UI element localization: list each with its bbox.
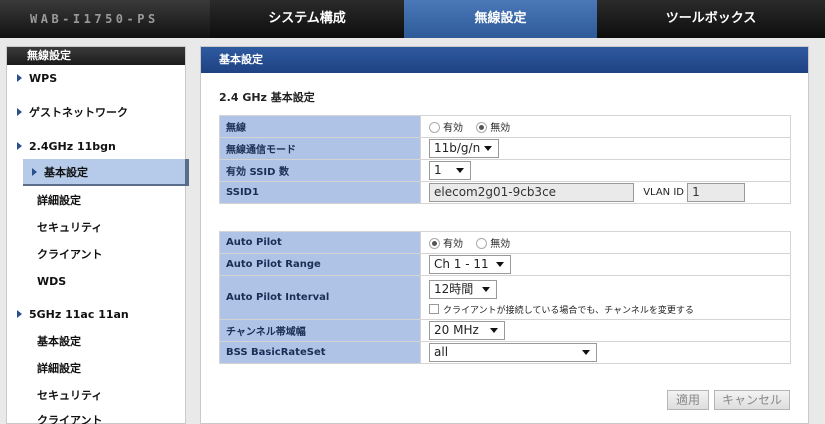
chevron-down-icon	[582, 350, 590, 355]
triangle-right-icon	[17, 108, 22, 116]
channel-width-select[interactable]: 20 MHz	[429, 321, 505, 340]
triangle-right-icon	[17, 142, 22, 150]
apply-button[interactable]: 適用	[667, 390, 709, 410]
sidebar-item-wps[interactable]: WPS	[7, 65, 187, 92]
wireless-value: 有効 無効	[420, 115, 791, 138]
auto-pilot-enable-radio[interactable]	[429, 238, 440, 249]
sidebar-item-24-advanced[interactable]: 詳細設定	[7, 187, 187, 214]
chevron-down-icon	[496, 262, 504, 267]
ssid1-label: SSID1	[219, 181, 421, 204]
row-ssid1: SSID1 elecom2g01-9cb3ce VLAN ID 1	[219, 181, 791, 204]
auto-pilot-table: Auto Pilot 有効 無効 Auto Pilot Range Ch 1 -…	[219, 231, 791, 364]
basic-settings-table: 無線 有効 無効 無線通信モード 11b/g/n 有効 SSID 数 1 SSI	[219, 115, 791, 204]
sidebar-item-24-wds[interactable]: WDS	[7, 268, 187, 295]
auto-pilot-disable-radio[interactable]	[476, 238, 488, 249]
sidebar-item-24ghz[interactable]: 2.4GHz 11bgn	[7, 133, 187, 160]
channel-width-label: チャンネル帯域幅	[219, 319, 421, 342]
cancel-button[interactable]: キャンセル	[714, 390, 790, 410]
sidebar-item-5-security[interactable]: セキュリティ	[7, 382, 187, 409]
auto-pilot-label: Auto Pilot	[219, 231, 421, 254]
row-mode: 無線通信モード 11b/g/n	[219, 137, 791, 160]
chevron-down-icon	[456, 168, 464, 173]
change-channel-label: クライアントが接続している場合でも、チャンネルを変更する	[443, 305, 694, 316]
brand-logo: WAB-I1750-PS	[0, 0, 210, 38]
bss-rate-select[interactable]: all	[429, 343, 597, 362]
change-channel-checkbox[interactable]	[429, 303, 439, 314]
bss-rate-label: BSS BasicRateSet	[219, 341, 421, 364]
tab-wireless-settings[interactable]: 無線設定	[404, 0, 597, 38]
section-title: 2.4 GHz 基本設定	[219, 91, 315, 104]
page: WAB-I1750-PS システム構成 無線設定 ツールボックス 無線設定 WP…	[0, 0, 825, 424]
tab-system-config[interactable]: システム構成	[210, 0, 404, 38]
sidebar-item-24-client[interactable]: クライアント	[7, 241, 187, 268]
vlan-id-input[interactable]: 1	[687, 183, 746, 202]
row-auto-pilot-range: Auto Pilot Range Ch 1 - 11	[219, 253, 791, 276]
sidebar-item-24-basic[interactable]: 基本設定	[23, 159, 189, 186]
tab-toolbox[interactable]: ツールボックス	[597, 0, 825, 38]
sidebar-item-5ghz[interactable]: 5GHz 11ac 11an	[7, 301, 187, 328]
wireless-disable-radio[interactable]	[476, 122, 488, 133]
main-panel: 基本設定 2.4 GHz 基本設定 無線 有効 無効 無線通信モード 11b/g…	[200, 46, 809, 424]
row-wireless: 無線 有効 無効	[219, 115, 791, 138]
row-auto-pilot-interval: Auto Pilot Interval 12時間 クライアントが接続している場合…	[219, 275, 791, 320]
mode-select[interactable]: 11b/g/n	[429, 139, 499, 158]
sidebar-title: 無線設定	[7, 47, 185, 65]
auto-pilot-interval-label: Auto Pilot Interval	[219, 275, 421, 320]
vlan-id-label: VLAN ID	[643, 187, 684, 198]
ssid1-input[interactable]: elecom2g01-9cb3ce	[429, 183, 634, 202]
sidebar-item-5-basic[interactable]: 基本設定	[7, 328, 187, 355]
chevron-down-icon	[484, 146, 492, 151]
ssid-count-label: 有効 SSID 数	[219, 159, 421, 182]
row-channel-width: チャンネル帯域幅 20 MHz	[219, 319, 791, 342]
sidebar-item-5-advanced[interactable]: 詳細設定	[7, 355, 187, 382]
wireless-label: 無線	[219, 115, 421, 138]
auto-pilot-interval-select[interactable]: 12時間	[429, 279, 497, 299]
auto-pilot-range-label: Auto Pilot Range	[219, 253, 421, 276]
row-ssid-count: 有効 SSID 数 1	[219, 159, 791, 182]
sidebar: 無線設定 WPS ゲストネットワーク 2.4GHz 11bgn 基本設定 詳細設…	[6, 46, 189, 424]
row-auto-pilot: Auto Pilot 有効 無効	[219, 231, 791, 254]
sidebar-item-24-security[interactable]: セキュリティ	[7, 214, 187, 241]
auto-pilot-range-select[interactable]: Ch 1 - 11	[429, 255, 511, 274]
panel-header: 基本設定	[201, 47, 808, 73]
sidebar-item-5-client[interactable]: クライアント	[7, 407, 187, 424]
wireless-enable-radio[interactable]	[429, 122, 440, 133]
triangle-right-icon	[17, 74, 22, 82]
triangle-right-icon	[17, 310, 22, 318]
triangle-right-icon	[32, 168, 37, 176]
chevron-down-icon	[490, 328, 498, 333]
ssid-count-select[interactable]: 1	[429, 161, 471, 180]
mode-label: 無線通信モード	[219, 137, 421, 160]
row-bss-rate: BSS BasicRateSet all	[219, 341, 791, 364]
top-navigation: WAB-I1750-PS システム構成 無線設定 ツールボックス	[0, 0, 825, 38]
chevron-down-icon	[482, 286, 490, 292]
sidebar-item-guest-network[interactable]: ゲストネットワーク	[7, 99, 187, 126]
